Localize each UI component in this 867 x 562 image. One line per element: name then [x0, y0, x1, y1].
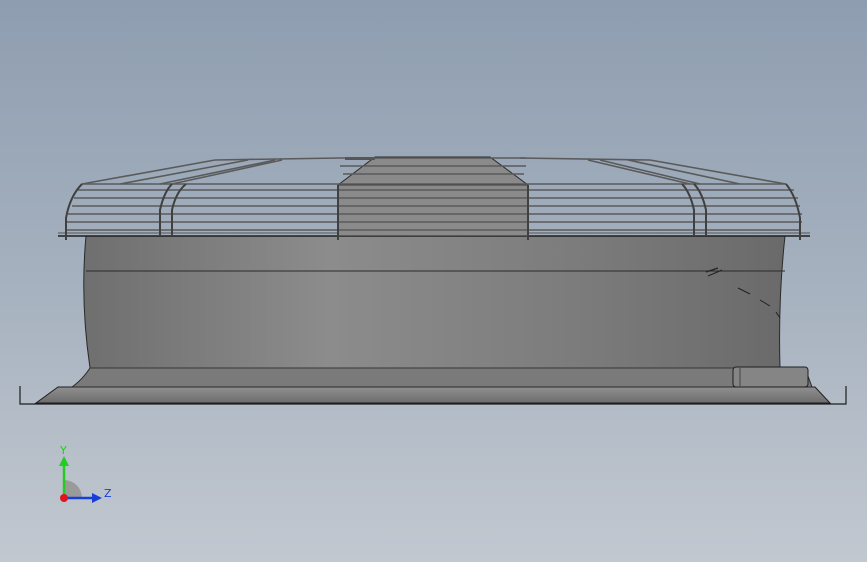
z-axis-label: Z	[104, 487, 112, 500]
housing-body	[70, 235, 813, 388]
coordinate-triad: Y Z	[40, 440, 120, 510]
guard-center-hub	[337, 156, 529, 237]
y-axis-label: Y	[59, 444, 67, 457]
cad-viewport[interactable]: Y Z	[0, 0, 867, 562]
base-flange	[19, 386, 847, 405]
x-axis-dot	[60, 494, 68, 502]
fan-guard-model[interactable]	[0, 0, 867, 562]
terminal-box	[732, 366, 809, 388]
